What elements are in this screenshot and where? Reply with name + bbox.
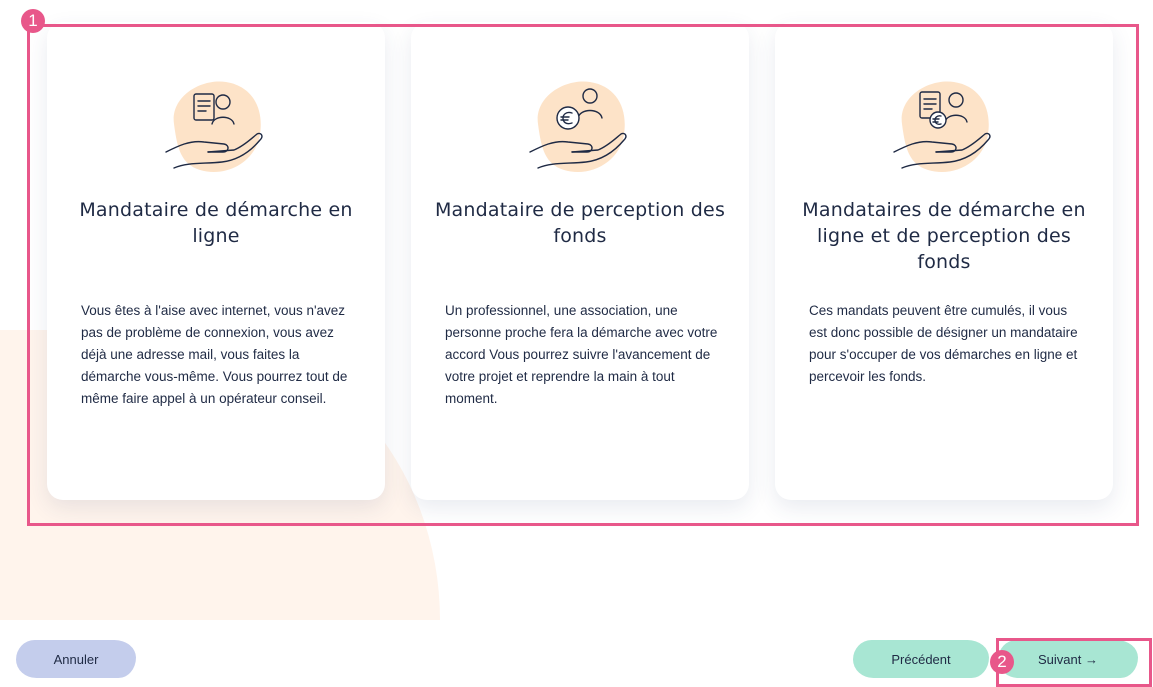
mandate-selection-page: Mandataire de démarche en ligne Vous ête… [0, 0, 1153, 687]
annotation-box-next [996, 638, 1152, 687]
annotation-badge: 2 [990, 650, 1014, 674]
previous-button[interactable]: Précédent [853, 640, 989, 678]
cancel-button[interactable]: Annuler [16, 640, 136, 678]
annotation-box-cards [27, 24, 1139, 526]
annotation-badge: 1 [21, 9, 45, 33]
